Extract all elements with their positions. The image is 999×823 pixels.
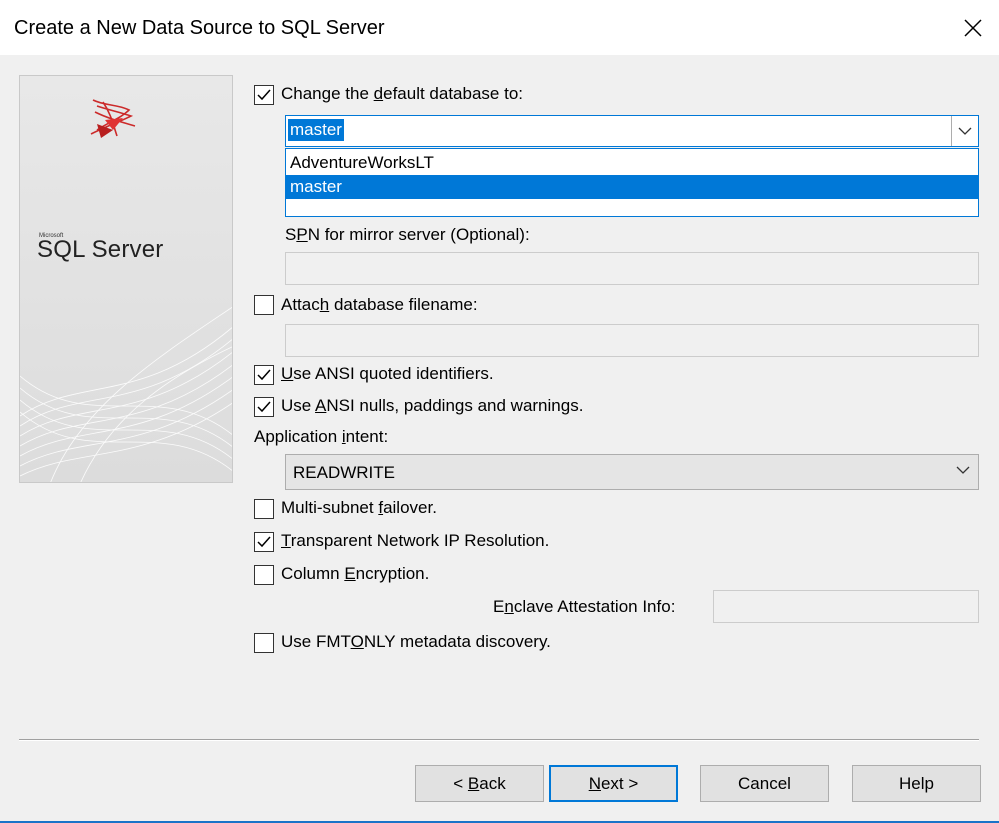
default-db-value[interactable]: master	[288, 119, 344, 141]
default-db-label: Change the default database to:	[281, 84, 523, 103]
spn-label: SPN for mirror server (Optional):	[285, 225, 530, 244]
sql-server-banner: Microsoft SQL Server	[19, 75, 233, 483]
close-button[interactable]	[947, 0, 999, 55]
title-bar: Create a New Data Source to SQL Server	[0, 0, 999, 55]
ansi-nulls-label: Use ANSI nulls, paddings and warnings.	[281, 396, 584, 415]
fmtonly-label: Use FMTONLY metadata discovery.	[281, 632, 551, 651]
app-intent-select[interactable]: READWRITE	[285, 454, 979, 490]
tnir-label: Transparent Network IP Resolution.	[281, 531, 550, 550]
dropdown-option[interactable]: AdventureWorksLT	[286, 151, 978, 175]
dialog-title: Create a New Data Source to SQL Server	[14, 17, 385, 39]
checkmark-icon	[257, 536, 271, 548]
next-button[interactable]: Next >	[549, 765, 678, 802]
column-encryption-checkbox[interactable]	[254, 565, 274, 585]
app-intent-value: READWRITE	[293, 463, 395, 482]
default-db-dropdown-button[interactable]	[951, 116, 978, 146]
enclave-input[interactable]	[713, 590, 979, 623]
close-icon	[964, 18, 982, 37]
attach-label: Attach database filename:	[281, 295, 478, 314]
fmtonly-checkbox[interactable]	[254, 633, 274, 653]
checkmark-icon	[257, 401, 271, 413]
dialog-window: Create a New Data Source to SQL Server M…	[0, 0, 999, 823]
app-intent-label: Application intent:	[254, 427, 389, 446]
enclave-label: Enclave Attestation Info:	[493, 597, 676, 616]
ansi-quoted-label: Use ANSI quoted identifiers.	[281, 364, 494, 383]
ansi-nulls-checkbox[interactable]	[254, 397, 274, 417]
chevron-down-icon	[956, 466, 970, 474]
sql-server-logo-icon	[90, 99, 136, 138]
tnir-checkbox[interactable]	[254, 532, 274, 552]
cancel-button[interactable]: Cancel	[700, 765, 829, 802]
help-button[interactable]: Help	[852, 765, 981, 802]
column-encryption-label: Column Encryption.	[281, 564, 430, 583]
multi-subnet-label: Multi-subnet failover.	[281, 498, 437, 517]
ansi-quoted-checkbox[interactable]	[254, 365, 274, 385]
chevron-down-icon	[958, 127, 972, 135]
default-db-checkbox[interactable]	[254, 85, 274, 105]
multi-subnet-checkbox[interactable]	[254, 499, 274, 519]
default-db-dropdown-list[interactable]: AdventureWorksLT master	[285, 148, 979, 217]
checkmark-icon	[257, 89, 271, 101]
checkmark-icon	[257, 369, 271, 381]
attach-checkbox[interactable]	[254, 295, 274, 315]
dropdown-option-selected[interactable]: master	[286, 175, 978, 199]
footer-divider	[19, 739, 979, 741]
attach-filename-input[interactable]	[285, 324, 979, 357]
back-button[interactable]: < Back	[415, 765, 544, 802]
spn-input[interactable]	[285, 252, 979, 285]
default-db-combobox[interactable]: master	[285, 115, 979, 147]
product-text: SQL Server	[37, 236, 164, 263]
